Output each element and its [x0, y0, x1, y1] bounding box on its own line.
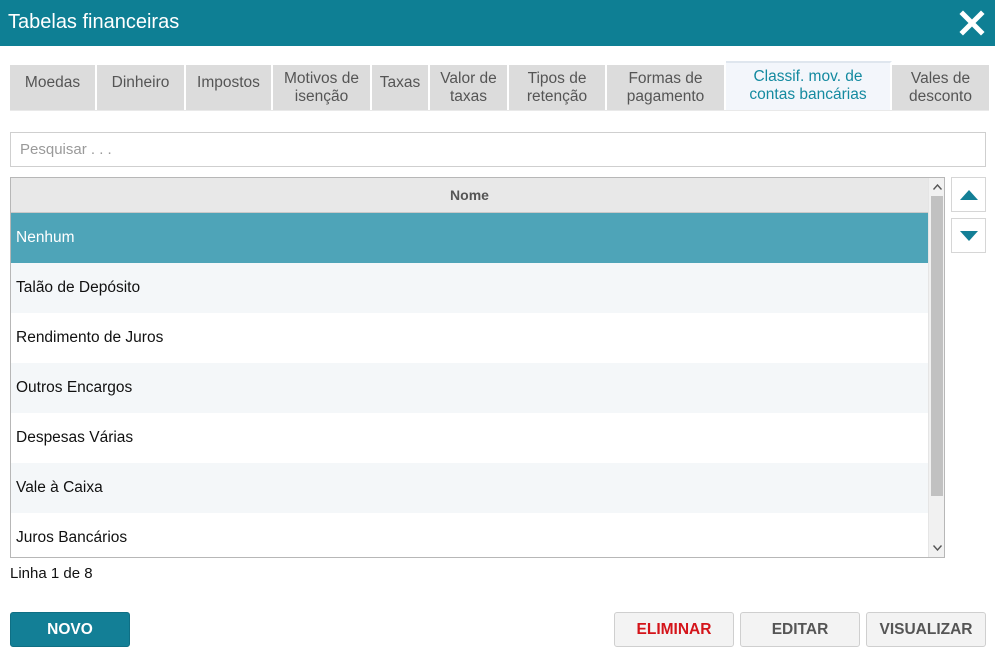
window-titlebar: Tabelas financeiras	[0, 0, 995, 46]
scroll-down-arrow-icon[interactable]	[929, 540, 944, 556]
scrollbar-thumb[interactable]	[931, 196, 943, 496]
tab-motivos-de-isencao[interactable]: Motivos de isenção	[273, 65, 372, 110]
scroll-up-arrow-icon[interactable]	[929, 179, 944, 195]
triangle-up-icon	[959, 189, 978, 200]
column-header-nome[interactable]: Nome	[11, 178, 928, 213]
search-input[interactable]	[10, 132, 986, 167]
table-row[interactable]: Talão de Depósito	[11, 263, 928, 313]
grid-rows: Nenhum Talão de Depósito Rendimento de J…	[11, 213, 928, 557]
table-row[interactable]: Vale à Caixa	[11, 463, 928, 513]
tab-impostos[interactable]: Impostos	[186, 65, 273, 110]
table-row[interactable]: Despesas Várias	[11, 413, 928, 463]
tab-taxas[interactable]: Taxas	[372, 65, 430, 110]
table-row[interactable]: Juros Bancários	[11, 513, 928, 557]
delete-button[interactable]: ELIMINAR	[614, 612, 734, 647]
window-title: Tabelas financeiras	[8, 11, 180, 33]
move-down-button[interactable]	[951, 218, 986, 253]
close-icon[interactable]	[959, 10, 985, 36]
triangle-down-icon	[959, 230, 978, 241]
tab-moedas[interactable]: Moedas	[10, 65, 97, 110]
vertical-scrollbar[interactable]	[928, 178, 944, 557]
move-up-button[interactable]	[951, 177, 986, 212]
new-button[interactable]: NOVO	[10, 612, 130, 647]
table-row[interactable]: Rendimento de Juros	[11, 313, 928, 363]
row-status: Linha 1 de 8	[10, 565, 93, 582]
edit-button[interactable]: EDITAR	[740, 612, 860, 647]
tab-vales-de-desconto[interactable]: Vales de desconto	[892, 65, 989, 110]
tab-formas-de-pagamento[interactable]: Formas de pagamento	[607, 65, 726, 110]
tab-classif-mov-contas-bancarias[interactable]: Classif. mov. de contas bancárias	[726, 61, 892, 110]
view-button[interactable]: VISUALIZAR	[866, 612, 986, 647]
tab-valor-de-taxas[interactable]: Valor de taxas	[430, 65, 509, 110]
tab-tipos-de-retencao[interactable]: Tipos de retenção	[509, 65, 607, 110]
data-grid: Nome Nenhum Talão de Depósito Rendimento…	[10, 177, 945, 558]
table-row[interactable]: Outros Encargos	[11, 363, 928, 413]
tab-dinheiro[interactable]: Dinheiro	[97, 65, 186, 110]
tab-bar: Moedas Dinheiro Impostos Motivos de isen…	[10, 61, 989, 111]
table-row[interactable]: Nenhum	[11, 213, 928, 263]
